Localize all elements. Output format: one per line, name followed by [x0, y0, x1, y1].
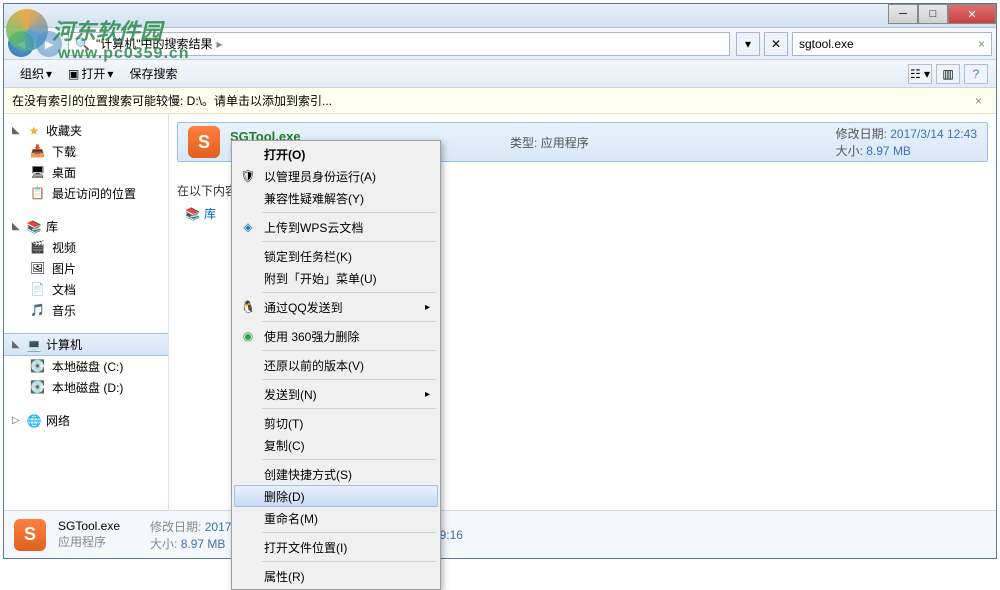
ctx-restore-versions[interactable]: 还原以前的版本(V): [234, 354, 438, 376]
sidebar-item-pictures[interactable]: 🖼图片: [4, 258, 168, 279]
minimize-button[interactable]: ─: [888, 4, 918, 24]
sidebar-item-videos[interactable]: 🎬视频: [4, 237, 168, 258]
app-icon: S: [188, 126, 220, 158]
picture-icon: 🖼: [30, 261, 46, 277]
status-file-type: 应用程序: [58, 533, 120, 550]
chevron-icon: ◣: [12, 125, 22, 136]
video-icon: 🎬: [30, 240, 46, 256]
ctx-rename[interactable]: 重命名(M): [234, 507, 438, 529]
network-icon: 🌐: [26, 413, 42, 429]
sidebar-network-header[interactable]: ▷🌐网络: [4, 410, 168, 431]
application-icon: ▣: [68, 67, 79, 81]
sidebar-item-documents[interactable]: 📄文档: [4, 279, 168, 300]
star-icon: ★: [26, 123, 42, 139]
search-input[interactable]: [799, 37, 974, 51]
ctx-pin-start[interactable]: 附到「开始」菜单(U): [234, 267, 438, 289]
view-options-button[interactable]: ☷ ▾: [908, 64, 932, 84]
submenu-arrow-icon: ▸: [425, 302, 430, 313]
titlebar[interactable]: ─ □ ✕: [4, 4, 996, 28]
drive-icon: 💽: [30, 359, 46, 375]
sidebar-item-downloads[interactable]: 📥下载: [4, 141, 168, 162]
chevron-down-icon: ▾: [107, 67, 113, 81]
help-button[interactable]: ?: [964, 64, 988, 84]
forward-button[interactable]: ►: [36, 31, 62, 57]
info-bar[interactable]: 在没有索引的位置搜索可能较慢: D:\。请单击以添加到索引... ×: [4, 88, 996, 114]
clear-search-button[interactable]: ✕: [764, 32, 788, 56]
ctx-properties[interactable]: 属性(R): [234, 565, 438, 587]
search-clear-icon[interactable]: ×: [978, 37, 985, 51]
search-icon: 🔍: [75, 37, 90, 51]
app-icon: S: [14, 519, 46, 551]
toolbar: 组织 ▾ ▣ 打开 ▾ 保存搜索 ☷ ▾ ▥ ?: [4, 60, 996, 88]
ctx-cut[interactable]: 剪切(T): [234, 412, 438, 434]
ctx-delete[interactable]: 删除(D): [234, 485, 438, 507]
status-bar: S SGTool.exe 应用程序 修改日期: 2017/3/14 12:43 …: [4, 510, 996, 558]
preview-pane-button[interactable]: ▥: [936, 64, 960, 84]
chevron-right-icon: ▸: [216, 37, 222, 51]
refine-libraries[interactable]: 📚库: [185, 205, 216, 222]
chevron-icon: ▷: [12, 415, 22, 426]
desktop-icon: 🖥: [30, 165, 46, 181]
info-text: 在没有索引的位置搜索可能较慢: D:\。请单击以添加到索引...: [12, 92, 332, 109]
open-button[interactable]: ▣ 打开 ▾: [60, 63, 121, 84]
music-icon: 🎵: [30, 303, 46, 319]
recent-icon: 📋: [30, 186, 46, 202]
360-icon: ◉: [240, 328, 256, 344]
dropdown-button[interactable]: ▾: [736, 32, 760, 56]
submenu-arrow-icon: ▸: [425, 389, 430, 400]
drive-icon: 💽: [30, 380, 46, 396]
qq-icon: 🐧: [240, 299, 256, 315]
ctx-open-file-location[interactable]: 打开文件位置(I): [234, 536, 438, 558]
library-icon: 📚: [26, 219, 42, 235]
chevron-icon: ◣: [12, 339, 22, 350]
search-box[interactable]: ×: [792, 32, 992, 56]
computer-icon: 💻: [26, 337, 42, 353]
ctx-copy[interactable]: 复制(C): [234, 434, 438, 456]
status-file-name: SGTool.exe: [58, 519, 120, 533]
sidebar-favorites-header[interactable]: ◣★收藏夹: [4, 120, 168, 141]
close-button[interactable]: ✕: [948, 4, 996, 24]
sidebar-item-recent[interactable]: 📋最近访问的位置: [4, 183, 168, 204]
sidebar-item-drive-d[interactable]: 💽本地磁盘 (D:): [4, 377, 168, 398]
info-close-icon[interactable]: ×: [969, 94, 988, 108]
sidebar: ◣★收藏夹 📥下载 🖥桌面 📋最近访问的位置 ◣📚库 🎬视频 🖼图片 📄文档 🎵…: [4, 114, 169, 536]
breadcrumb-text: "计算机"中的搜索结果: [96, 35, 213, 52]
wps-icon: ◈: [240, 219, 256, 235]
sidebar-libraries-header[interactable]: ◣📚库: [4, 216, 168, 237]
ctx-wps-upload[interactable]: ◈上传到WPS云文档: [234, 216, 438, 238]
nav-bar: ◄ ► 🔍 "计算机"中的搜索结果 ▸ ▾ ✕ ×: [4, 28, 996, 60]
context-menu: 打开(O) 🛡以管理员身份运行(A) 兼容性疑难解答(Y) ◈上传到WPS云文档…: [231, 140, 441, 590]
sidebar-computer-header[interactable]: ◣💻计算机: [4, 333, 168, 356]
download-icon: 📥: [30, 144, 46, 160]
ctx-run-as-admin[interactable]: 🛡以管理员身份运行(A): [234, 165, 438, 187]
document-icon: 📄: [30, 282, 46, 298]
shield-icon: 🛡: [240, 168, 256, 184]
ctx-create-shortcut[interactable]: 创建快捷方式(S): [234, 463, 438, 485]
ctx-send-to[interactable]: 发送到(N)▸: [234, 383, 438, 405]
sidebar-item-music[interactable]: 🎵音乐: [4, 300, 168, 321]
library-icon: 📚: [185, 207, 200, 221]
save-search-button[interactable]: 保存搜索: [121, 63, 185, 84]
back-button[interactable]: ◄: [8, 31, 34, 57]
chevron-down-icon: ▾: [46, 67, 52, 81]
ctx-360-delete[interactable]: ◉使用 360强力删除: [234, 325, 438, 347]
ctx-compat-troubleshoot[interactable]: 兼容性疑难解答(Y): [234, 187, 438, 209]
sidebar-item-desktop[interactable]: 🖥桌面: [4, 162, 168, 183]
ctx-qq-send[interactable]: 🐧通过QQ发送到▸: [234, 296, 438, 318]
organize-menu[interactable]: 组织 ▾: [12, 63, 60, 84]
explorer-window: ─ □ ✕ ◄ ► 🔍 "计算机"中的搜索结果 ▸ ▾ ✕ × 组织 ▾ ▣ 打…: [3, 3, 997, 559]
maximize-button[interactable]: □: [918, 4, 948, 24]
ctx-open[interactable]: 打开(O): [234, 143, 438, 165]
ctx-pin-taskbar[interactable]: 锁定到任务栏(K): [234, 245, 438, 267]
chevron-icon: ◣: [12, 221, 22, 232]
breadcrumb[interactable]: 🔍 "计算机"中的搜索结果 ▸: [68, 32, 730, 56]
sidebar-item-drive-c[interactable]: 💽本地磁盘 (C:): [4, 356, 168, 377]
